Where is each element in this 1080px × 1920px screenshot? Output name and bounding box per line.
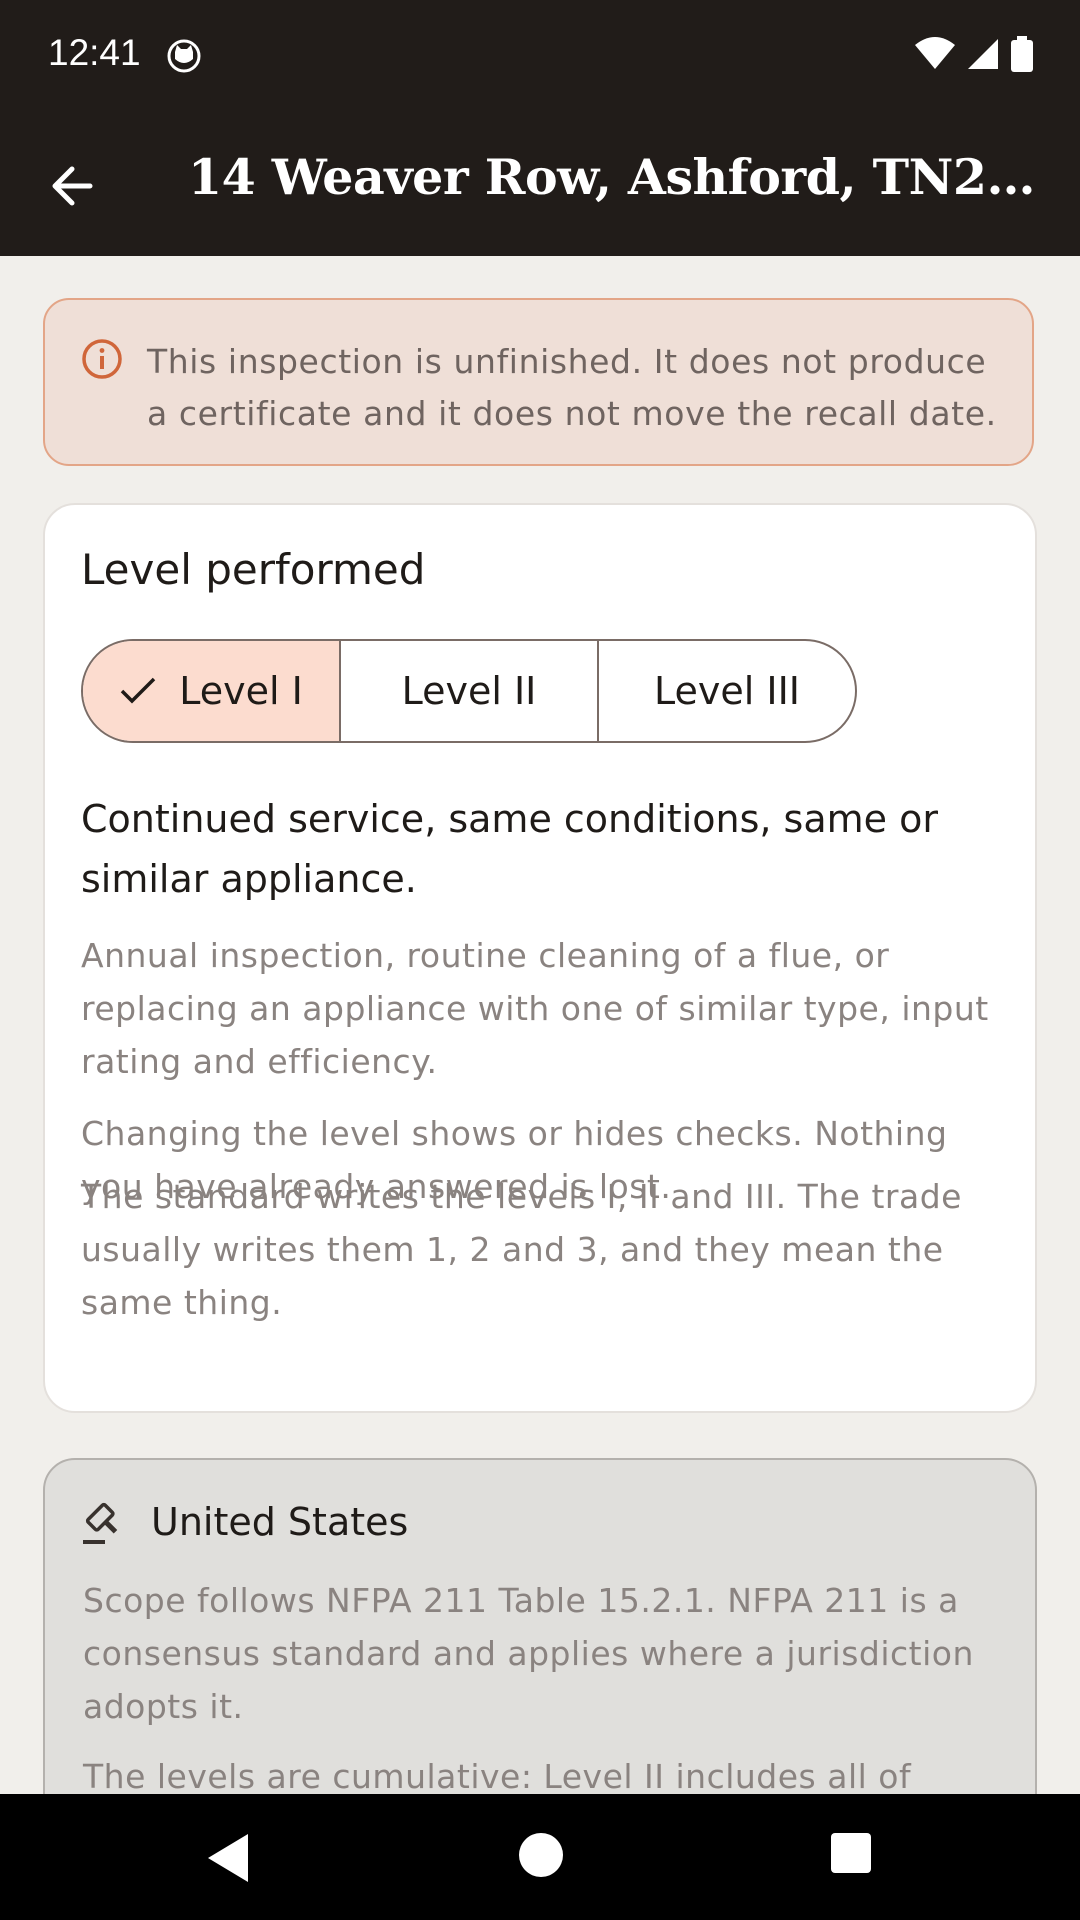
nav-home-button[interactable] [518, 1832, 564, 1882]
level-description: Annual inspection, routine cleaning of a… [81, 936, 989, 1081]
status-time: 12:41 [48, 32, 141, 73]
app-bar: 14 Weaver Row, Ashford, TN23 1... [0, 110, 1080, 256]
square-recents-icon [831, 1833, 871, 1873]
region-text: Scope follows NFPA 211 Table 15.2.1. NFP… [83, 1581, 974, 1726]
circle-home-icon [519, 1833, 563, 1877]
check-icon [120, 677, 156, 704]
gavel-icon [81, 1500, 127, 1550]
level-option-label: Level II [401, 669, 537, 713]
wifi-icon [914, 37, 956, 75]
unfinished-warning-banner: This inspection is unfinished. It does n… [43, 298, 1034, 466]
nav-recents-button[interactable] [830, 1832, 872, 1878]
triangle-back-icon [208, 1834, 248, 1882]
level-option-1[interactable]: Level I [83, 641, 339, 741]
status-icons [914, 36, 1034, 76]
region-text-2: The levels are cumulative: Level II incl… [83, 1757, 912, 1794]
content-scroll[interactable]: This inspection is unfinished. It does n… [0, 256, 1080, 1794]
region-card: United States Scope follows NFPA 211 Tab… [43, 1458, 1037, 1794]
level-numbering-note: The standard writes the levels I, II and… [81, 1177, 962, 1322]
info-icon [81, 338, 123, 384]
level-option-label: Level III [653, 669, 800, 713]
notification-cat-icon [166, 38, 202, 78]
system-nav-bar [0, 1794, 1080, 1920]
nav-back-button[interactable] [204, 1832, 252, 1888]
page-title: 14 Weaver Row, Ashford, TN23 1... [188, 148, 1038, 206]
status-bar: 12:41 [0, 0, 1080, 110]
level-summary: Continued service, same conditions, same… [81, 797, 938, 901]
level-performed-card: Level performed Level I Level II Level I… [43, 503, 1037, 1413]
card-title: Level performed [81, 545, 426, 594]
region-title: United States [151, 1500, 409, 1544]
warning-text: This inspection is unfinished. It does n… [147, 342, 997, 433]
level-option-label: Level I [179, 669, 303, 713]
battery-icon [1010, 36, 1034, 76]
back-button[interactable] [42, 156, 102, 216]
level-option-2[interactable]: Level II [339, 641, 597, 741]
signal-icon [966, 37, 1000, 75]
arrow-back-icon [52, 166, 93, 206]
level-segmented-button: Level I Level II Level III [81, 639, 857, 743]
level-option-3[interactable]: Level III [597, 641, 855, 741]
